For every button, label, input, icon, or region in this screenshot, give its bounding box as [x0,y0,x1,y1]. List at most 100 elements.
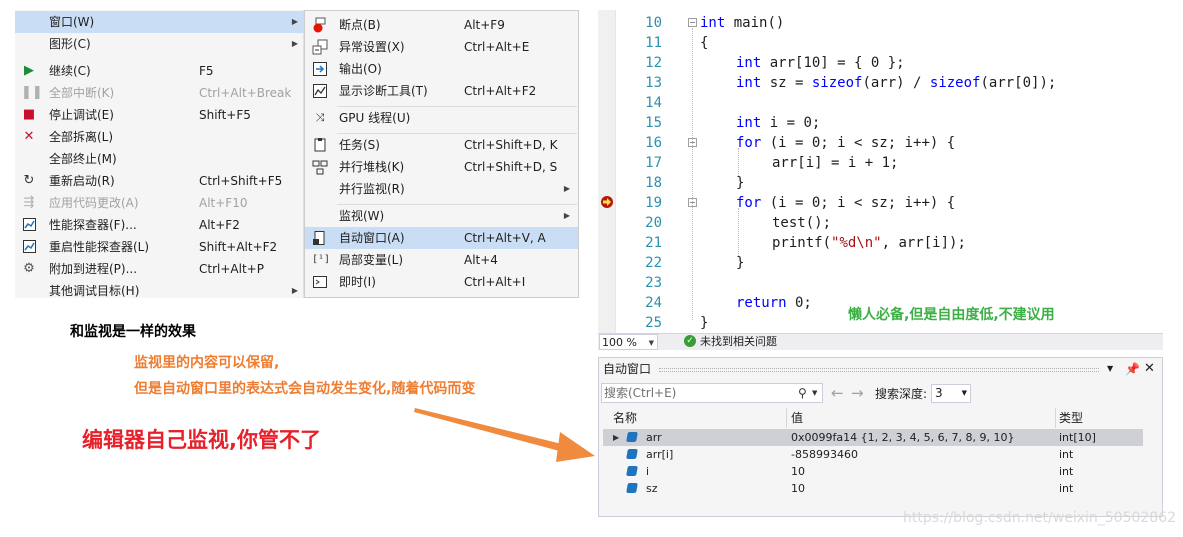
submenu-item-watch[interactable]: 监视(W) ▶ [305,205,578,227]
code-line-25: } [700,315,709,331]
variable-icon [626,483,638,493]
autos-icon [312,230,328,246]
code-line-11: { [700,35,709,51]
gpu-threads-icon: ⤨ [315,111,325,124]
menu-item-apply-code-changes[interactable]: ⇶ 应用代码更改(A) Alt+F10 [15,192,304,214]
immediate-icon [312,274,328,290]
submenu-item-tasks[interactable]: 任务(S) Ctrl+Shift+D, K [305,134,578,156]
code-line-21: printf("%d\n", arr[i]); [772,235,966,251]
line-number: 21 [645,235,662,251]
menu-item-performance-profiler[interactable]: 性能探查器(F)... Alt+F2 [15,214,304,236]
tasks-icon [312,137,328,153]
outline-guide [692,28,693,320]
chevron-down-icon: ▼ [961,389,967,397]
menu-item-relaunch-profiler[interactable]: 重启性能探查器(L) Shift+Alt+F2 [15,236,304,258]
column-separator[interactable] [1055,408,1056,428]
current-statement-arrow-icon [600,195,614,209]
check-icon: ✓ [684,335,696,347]
submenu-arrow-icon: ▶ [291,17,298,26]
breakpoint-icon [312,17,328,33]
line-number: 11 [645,35,662,51]
code-line-13: int sz = sizeof(arr) / sizeof(arr[0]); [736,75,1057,91]
pin-icon[interactable]: 📌 [1125,358,1140,380]
submenu-item-exception-settings[interactable]: 异常设置(X) Ctrl+Alt+E [305,36,578,58]
profiler-icon [21,214,37,236]
line-number: 12 [645,55,662,71]
stop-icon: ■ [22,107,36,122]
submenu-arrow-icon: ▶ [291,286,298,295]
submenu-arrow-icon: ▶ [563,211,570,220]
column-header-type[interactable]: 类型 [1059,408,1083,428]
submenu-item-gpu-threads[interactable]: ⤨ GPU 线程(U) [305,107,578,129]
profiler-icon [21,236,37,258]
menu-item-terminate-all[interactable]: 全部终止(M) [15,148,304,170]
submenu-arrow-icon: ▶ [291,39,298,48]
submenu-item-locals[interactable]: [¹] 局部变量(L) Alt+4 [305,249,578,271]
close-icon[interactable]: ✕ [1144,358,1155,380]
menu-item-stop-debugging[interactable]: ■ 停止调试(E) Shift+F5 [15,104,304,126]
menu-item-break-all[interactable]: ❚❚ 全部中断(K) Ctrl+Alt+Break [15,82,304,104]
submenu-item-autos[interactable]: 自动窗口(A) Ctrl+Alt+V, A [305,227,578,249]
submenu-item-parallel-stacks[interactable]: 并行堆栈(K) Ctrl+Shift+D, S [305,156,578,178]
fold-toggle-icon[interactable]: − [688,18,697,27]
diagnostics-icon [312,83,328,99]
annotation-watch-keeps-1: 监视里的内容可以保留, [134,355,280,371]
line-number: 18 [645,175,662,191]
expand-arrow-icon[interactable]: ▶ [613,429,619,446]
menu-item-restart[interactable]: ↻ 重新启动(R) Ctrl+Shift+F5 [15,170,304,192]
search-back-arrow-icon[interactable]: ← [831,384,844,402]
menu-item-continue[interactable]: ▶ 继续(C) F5 [15,60,304,82]
submenu-item-immediate[interactable]: 即时(I) Ctrl+Alt+I [305,271,578,293]
menu-item-attach-to-process[interactable]: ⚙ 附加到进程(P)... Ctrl+Alt+P [15,258,304,280]
editor-status-bar: 100 % ▼ ✓ 未找到相关问题 [598,333,1163,350]
detach-x-icon: ✕ [23,129,35,144]
submenu-item-diagnostic-tools[interactable]: 显示诊断工具(T) Ctrl+Alt+F2 [305,80,578,102]
menu-item-graphics[interactable]: 图形(C) ▶ [15,33,304,55]
annotation-lazy-note: 懒人必备,但是自由度低,不建议用 [848,307,1055,323]
search-depth-select[interactable]: 3 ▼ [931,384,971,403]
restart-icon: ↻ [23,173,35,188]
code-line-12: int arr[10] = { 0 }; [736,55,905,71]
chevron-down-icon[interactable]: ▼ [812,384,817,402]
indent-guide [738,208,739,256]
search-depth-label: 搜索深度: [875,387,928,401]
zoom-select[interactable]: 100 % ▼ [599,334,658,350]
table-row[interactable]: ▶ arr 0x0099fa14 {1, 2, 3, 4, 5, 6, 7, 8… [603,429,1143,446]
menu-item-detach-all[interactable]: ✕ 全部拆离(L) [15,126,304,148]
menu-item-window[interactable]: 窗口(W) ▶ [15,11,304,33]
table-row[interactable]: sz 10 int [603,480,1143,497]
search-forward-arrow-icon[interactable]: → [851,384,864,402]
line-number: 15 [645,115,662,131]
line-number: 13 [645,75,662,91]
autos-title-bar[interactable]: 自动窗口 ▼ 📌 ✕ [599,358,1162,380]
autos-search-input[interactable]: 搜索(Ctrl+E) ⚲ ▼ [601,383,823,403]
submenu-item-parallel-watch[interactable]: 并行监视(R) ▶ [305,178,578,200]
line-number: 16 [645,135,662,151]
column-separator[interactable] [786,408,787,428]
play-icon: ▶ [24,63,34,78]
debug-menu: 窗口(W) ▶ 图形(C) ▶ ▶ 继续(C) F5 ❚❚ 全部中断(K) Ct… [15,10,304,298]
chevron-down-icon: ▼ [648,339,654,347]
code-line-15: int i = 0; [736,115,821,131]
editor-indicator-margin [598,10,616,333]
watermark: https://blog.csdn.net/weixin_50502862 [903,510,1177,526]
column-header-value[interactable]: 值 [791,408,803,428]
search-icon: ⚲ [798,386,807,400]
parallel-stacks-icon [312,159,328,175]
submenu-item-breakpoints[interactable]: 断点(B) Alt+F9 [305,14,578,36]
table-row[interactable]: arr[i] -858993460 int [603,446,1143,463]
menu-item-other-debug-targets[interactable]: 其他调试目标(H) ▶ [15,280,304,298]
annotation-same-effect: 和监视是一样的效果 [70,324,196,340]
annotation-watch-keeps-2: 但是自动窗口里的表达式会自动发生变化,随着代码而变 [134,381,476,397]
output-icon [312,61,328,77]
title-grip [659,368,1099,372]
table-row[interactable]: i 10 int [603,463,1143,480]
attach-gear-icon: ⚙ [23,261,35,276]
submenu-item-output[interactable]: 输出(O) [305,58,578,80]
line-number: 24 [645,295,662,311]
code-line-18: } [736,175,745,191]
code-line-17: arr[i] = i + 1; [772,155,899,171]
column-header-name[interactable]: 名称 [613,408,637,428]
window-menu-dropdown-icon[interactable]: ▼ [1107,358,1113,380]
submenu-arrow-icon: ▶ [563,184,570,193]
